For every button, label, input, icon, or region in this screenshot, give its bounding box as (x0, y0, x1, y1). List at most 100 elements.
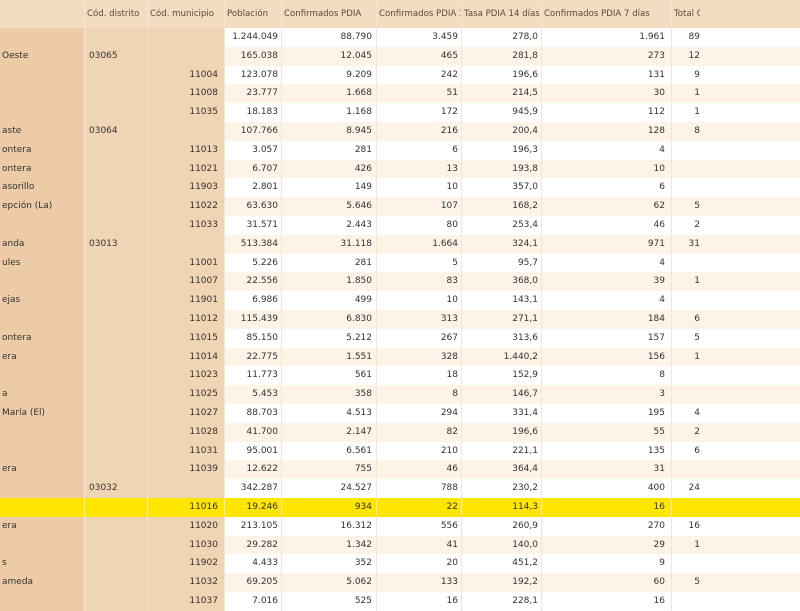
header-cell-poblacion[interactable]: Población (225, 0, 282, 28)
cell-name: epción (La) (0, 197, 85, 216)
table-row[interactable]: ameda 11032 69.205 5.062 133 192,2 60 5 (0, 573, 800, 592)
table-row[interactable]: Oeste 03065 165.038 12.045 465 281,8 273 12 (0, 46, 800, 66)
cell-confirmados-7: 3 (542, 385, 672, 404)
table-row[interactable]: anda 03013 513.384 31.118 1.664 324,1 971 31 (0, 234, 800, 254)
header-cell-name[interactable] (0, 0, 85, 28)
cell-confirmados: 358 (282, 385, 377, 404)
header-cell-municipio[interactable]: Cód. municipio (148, 0, 225, 28)
cell-total (672, 385, 700, 404)
cell-confirmados: 12.045 (282, 46, 377, 66)
cell-name: a (0, 385, 85, 404)
cell-poblacion: 85.150 (225, 328, 282, 348)
cell-confirmados: 16.312 (282, 516, 377, 536)
table-row[interactable]: ontera 11015 85.150 5.212 267 313,6 157 5 (0, 328, 800, 348)
cell-tasa-14: 193,8 (462, 159, 542, 179)
table-row[interactable]: era 11020 213.105 16.312 556 260,9 270 16 (0, 516, 800, 536)
header-cell-confirmados-14[interactable]: Confirmados PDIA 14 días (377, 0, 462, 28)
cell-tasa-14: 368,0 (462, 272, 542, 292)
cell-confirmados-14: 210 (377, 441, 462, 461)
cell-confirmados-14: 46 (377, 460, 462, 480)
table-row[interactable]: 11007 22.556 1.850 83 368,0 39 1 (0, 272, 800, 292)
cell-poblacion: 115.439 (225, 309, 282, 329)
cell-confirmados-7: 55 (542, 422, 672, 442)
cell-confirmados: 5.212 (282, 328, 377, 348)
table-row[interactable]: 11031 95.001 6.561 210 221,1 135 6 (0, 441, 800, 461)
cell-confirmados: 4.513 (282, 403, 377, 423)
header-cell-distrito[interactable]: Cód. distrito (85, 0, 148, 28)
cell-confirmados-14: 10 (377, 178, 462, 198)
table-row[interactable]: 11035 18.183 1.168 172 945,9 112 1 (0, 103, 800, 122)
cell-distrito (85, 497, 148, 517)
table-row[interactable]: epción (La) 11022 63.630 5.646 107 168,2 62 5 (0, 197, 800, 216)
cell-confirmados-7: 273 (542, 46, 672, 66)
cell-municipio: 11902 (148, 554, 225, 574)
cell-confirmados-7: 184 (542, 309, 672, 329)
cell-total: 2 (694, 219, 700, 230)
header-cell-confirmados[interactable]: Confirmados PDIA (282, 0, 377, 28)
cell-confirmados: 281 (282, 140, 377, 160)
cell-distrito (85, 347, 148, 367)
header-cell-tasa-14[interactable]: Tasa PDIA 14 días (462, 0, 542, 28)
table-row-highlighted[interactable]: 11016 19.246 934 22 114,3 16 (0, 497, 800, 517)
cell-confirmados-14: 107 (377, 197, 462, 216)
table-row[interactable]: 11008 23.777 1.668 51 214,5 30 1 (0, 84, 800, 104)
table-row[interactable]: s 11902 4.433 352 20 451,2 9 (0, 554, 800, 574)
cell-name: ontera (0, 140, 85, 160)
header-cell-confirmados-7[interactable]: Confirmados PDIA 7 días (542, 0, 672, 28)
table-row[interactable]: 11028 41.700 2.147 82 196,6 55 2 (0, 422, 800, 442)
cell-municipio: 11028 (148, 422, 225, 442)
cell-poblacion: 29.282 (225, 535, 282, 555)
cell-tasa-14: 331,4 (462, 403, 542, 423)
cell-confirmados-14: 20 (377, 554, 462, 574)
cell-poblacion: 3.057 (225, 140, 282, 160)
header-cell-total[interactable]: Total Confirm (672, 0, 700, 28)
cell-confirmados-14: 18 (377, 366, 462, 386)
cell-tasa-14: 196,6 (462, 65, 542, 85)
cell-poblacion: 11.773 (225, 366, 282, 386)
table-row[interactable]: ejas 11901 6.986 499 10 143,1 4 (0, 291, 800, 310)
cell-total: 1 (694, 107, 700, 118)
table-row[interactable]: 11037 7.016 525 16 228,1 16 (0, 591, 800, 611)
cell-distrito (85, 253, 148, 273)
table-row[interactable]: 11004 123.078 9.209 242 196,6 131 9 (0, 65, 800, 85)
cell-tasa-14: 230,2 (462, 479, 542, 498)
cell-distrito (85, 328, 148, 348)
table-row[interactable]: aste 03064 107.766 8.945 216 200,4 128 8 (0, 121, 800, 141)
cell-confirmados-7: 131 (542, 65, 672, 85)
table-row[interactable]: 03032 342.287 24.527 788 230,2 400 24 (0, 479, 800, 498)
cell-confirmados-7: 971 (542, 234, 672, 254)
cell-distrito (85, 309, 148, 329)
cell-total (672, 178, 700, 197)
cell-name (0, 309, 85, 329)
table-row[interactable]: era 11039 12.622 755 46 364,4 31 (0, 460, 800, 480)
table-row[interactable]: era 11014 22.775 1.551 328 1.440,2 156 1 (0, 347, 800, 367)
cell-municipio: 11004 (148, 65, 225, 85)
cell-confirmados-7: 30 (542, 84, 672, 104)
cell-name (0, 479, 85, 498)
table-row[interactable]: a 11025 5.453 358 8 146,7 3 (0, 385, 800, 404)
cell-tasa-14: 196,3 (462, 140, 542, 160)
cell-total: 1 (694, 88, 700, 99)
cell-poblacion: 18.183 (225, 103, 282, 122)
cell-municipio: 11008 (148, 84, 225, 104)
cell-total (672, 141, 700, 160)
table-row[interactable]: asorillo 11903 2.801 149 10 357,0 6 (0, 178, 800, 198)
table-row[interactable]: María (El) 11027 88.703 4.513 294 331,4 195 4 (0, 403, 800, 423)
table-row[interactable]: ules 11001 5.226 281 5 95,7 4 (0, 253, 800, 273)
cell-municipio (148, 28, 225, 47)
cell-name (0, 215, 85, 235)
cell-poblacion: 6.986 (225, 291, 282, 310)
table-row[interactable]: 11030 29.282 1.342 41 140,0 29 1 (0, 535, 800, 555)
table-row[interactable]: ontera 11021 6.707 426 13 193,8 10 (0, 159, 800, 179)
cell-total: 1 (694, 539, 700, 550)
cell-total: 6 (694, 313, 700, 324)
table-row[interactable]: ontera 11013 3.057 281 6 196,3 4 (0, 140, 800, 160)
cell-confirmados: 1.668 (282, 84, 377, 104)
table-row[interactable]: 11023 11.773 561 18 152,9 8 (0, 366, 800, 386)
cell-confirmados-14: 242 (377, 65, 462, 85)
cell-municipio: 11007 (148, 272, 225, 292)
cell-confirmados-14: 5 (377, 253, 462, 273)
table-row[interactable]: 11033 31.571 2.443 80 253,4 46 2 (0, 215, 800, 235)
table-row[interactable]: 1.244.049 88.790 3.459 278,0 1.961 89 (0, 28, 800, 47)
table-row[interactable]: 11012 115.439 6.830 313 271,1 184 6 (0, 309, 800, 329)
